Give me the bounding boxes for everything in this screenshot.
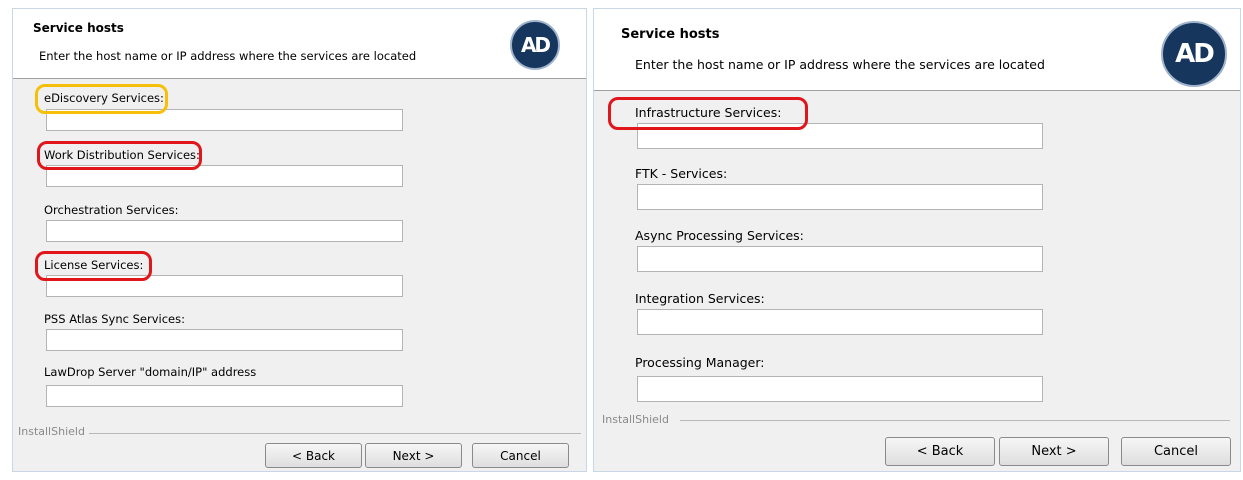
integration-services-input[interactable] (637, 309, 1043, 335)
ad-logo-icon: AD (1161, 21, 1227, 87)
dialog-title: Service hosts (33, 21, 124, 35)
processing-manager-label: Processing Manager: (635, 355, 765, 370)
cancel-button[interactable]: Cancel (1121, 437, 1231, 466)
service-hosts-dialog-left: Service hosts Enter the host name or IP … (12, 8, 587, 472)
processing-manager-input[interactable] (637, 376, 1043, 402)
service-hosts-dialog-right: Service hosts Enter the host name or IP … (593, 8, 1241, 472)
dialog-header: Service hosts Enter the host name or IP … (594, 9, 1240, 91)
installshield-label: InstallShield (18, 425, 85, 438)
lawdrop-server-address-input[interactable] (46, 385, 403, 407)
pss-atlas-sync-services-input[interactable] (46, 329, 403, 351)
orchestration-services-label: Orchestration Services: (44, 203, 179, 217)
next-button[interactable]: Next > (999, 437, 1109, 466)
infrastructure-services-input[interactable] (637, 123, 1043, 149)
dialog-subtitle: Enter the host name or IP address where … (39, 49, 417, 63)
dialog-subtitle: Enter the host name or IP address where … (635, 57, 1045, 72)
installshield-divider (89, 433, 581, 434)
ftk-services-label: FTK - Services: (635, 166, 728, 181)
ediscovery-services-input[interactable] (46, 109, 403, 131)
next-button[interactable]: Next > (365, 443, 462, 468)
ad-logo-icon: AD (510, 20, 560, 70)
ftk-services-input[interactable] (637, 184, 1043, 210)
work-distribution-services-label: Work Distribution Services: (44, 148, 200, 162)
lawdrop-server-address-label: LawDrop Server "domain/IP" address (44, 365, 257, 379)
orchestration-services-input[interactable] (46, 220, 403, 242)
infrastructure-services-label: Infrastructure Services: (635, 105, 782, 120)
dialog-title: Service hosts (621, 27, 720, 42)
license-services-label: License Services: (44, 258, 144, 272)
installshield-divider (680, 420, 1230, 421)
async-processing-services-label: Async Processing Services: (635, 228, 804, 243)
ediscovery-services-label: eDiscovery Services: (44, 91, 164, 105)
work-distribution-services-input[interactable] (46, 165, 403, 187)
back-button[interactable]: < Back (885, 437, 995, 466)
back-button[interactable]: < Back (265, 443, 362, 468)
pss-atlas-sync-services-label: PSS Atlas Sync Services: (44, 312, 185, 326)
cancel-button[interactable]: Cancel (472, 443, 569, 468)
dialog-header: Service hosts Enter the host name or IP … (13, 9, 586, 79)
license-services-input[interactable] (46, 275, 403, 297)
installshield-label: InstallShield (602, 413, 669, 426)
async-processing-services-input[interactable] (637, 246, 1043, 272)
integration-services-label: Integration Services: (635, 291, 765, 306)
